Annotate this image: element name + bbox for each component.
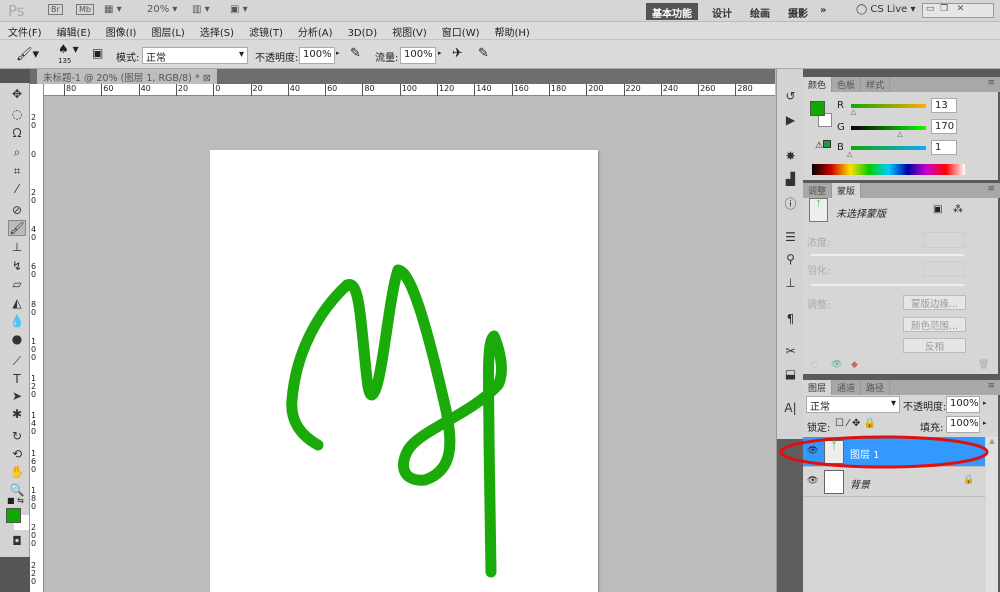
visibility-eye-icon[interactable]: 👁 bbox=[807, 476, 818, 486]
g-input[interactable]: 170 bbox=[931, 119, 957, 134]
tab-color[interactable]: 颜色 bbox=[803, 77, 833, 92]
lock-icon: 🔒 bbox=[963, 475, 975, 485]
density-slider[interactable] bbox=[811, 254, 964, 256]
mask-edge-button[interactable]: 蒙版边缘... bbox=[903, 295, 966, 310]
b-slider[interactable] bbox=[851, 146, 926, 150]
layer-opacity-label: 不透明度: bbox=[903, 402, 947, 413]
brush-presets-panel-icon[interactable]: ☰ bbox=[782, 230, 799, 247]
tab-layers[interactable]: 图层 bbox=[803, 380, 833, 395]
load-selection-icon[interactable]: ◌ bbox=[811, 360, 819, 370]
layer-opacity-slider-button[interactable]: ▸ bbox=[983, 399, 987, 407]
layer-thumbnail bbox=[824, 470, 844, 494]
layer-name[interactable]: 背景 bbox=[850, 476, 870, 491]
stroke-path bbox=[286, 264, 507, 578]
fill-input[interactable]: 100% bbox=[946, 416, 980, 433]
lock-label: 锁定: bbox=[807, 423, 831, 434]
actions-panel-icon[interactable]: ▶ bbox=[782, 113, 799, 130]
fill-label: 填充: bbox=[920, 423, 944, 434]
color-ramp[interactable] bbox=[812, 164, 965, 175]
brush-panel-icon[interactable]: ⚲ bbox=[782, 252, 799, 269]
density-label: 浓度: bbox=[807, 238, 831, 249]
info-panel-icon[interactable]: ⓘ bbox=[782, 195, 799, 212]
blend-mode-dropdown[interactable]: 正常 ▾ bbox=[806, 396, 900, 413]
tool-presets-panel-icon[interactable]: ✂ bbox=[782, 344, 799, 361]
mask-thumbnail: ᛉ bbox=[809, 198, 828, 222]
density-input[interactable] bbox=[923, 232, 965, 248]
tab-masks[interactable]: 蒙版 bbox=[832, 183, 862, 198]
fill-slider-button[interactable]: ▸ bbox=[983, 419, 987, 427]
slider-thumb[interactable]: △ bbox=[847, 150, 852, 158]
layer-opacity-input[interactable]: 100% bbox=[946, 396, 980, 413]
tab-paths[interactable]: 路径 bbox=[861, 380, 891, 395]
b-input[interactable]: 1 bbox=[931, 140, 957, 155]
blend-mode-value: 正常 bbox=[810, 402, 830, 413]
3d-panel-icon[interactable]: ⬓ bbox=[782, 367, 799, 384]
slider-thumb[interactable]: △ bbox=[851, 108, 856, 116]
refine-label: 调整: bbox=[807, 300, 831, 311]
collapsed-panel-icons: ↺ ▶ ✸ ▟ ⓘ ☰ ⚲ ⊥ ¶ ✂ ⬓ A| bbox=[776, 69, 803, 592]
g-slider[interactable] bbox=[851, 126, 926, 130]
tab-channels[interactable]: 通道 bbox=[832, 380, 862, 395]
b-label: B bbox=[837, 142, 844, 153]
layer-row[interactable]: 👁 ᛉ 图层 1 bbox=[803, 437, 985, 467]
color-panel-tabs: 颜色 色板 样式 ≡ bbox=[803, 77, 1000, 92]
color-range-button[interactable]: 颜色范围... bbox=[903, 317, 966, 332]
panel-dock: 颜色 色板 样式 ≡ R 13 G 170 ⚠ B 1 △ △ △ 调整 蒙版 ≡ ᛉ 未… bbox=[803, 69, 1000, 592]
tab-styles[interactable]: 样式 bbox=[861, 77, 891, 92]
g-label: G bbox=[837, 122, 845, 133]
masks-panel-tabs: 调整 蒙版 ≡ bbox=[803, 183, 1000, 198]
panel-menu-icon[interactable]: ≡ bbox=[982, 380, 1000, 395]
histogram-panel-icon[interactable]: ▟ bbox=[782, 172, 799, 189]
feather-slider[interactable] bbox=[811, 284, 964, 286]
icon-column-bottom bbox=[777, 439, 803, 592]
layers-scrollbar[interactable]: ▲ bbox=[986, 437, 998, 592]
panel-menu-icon[interactable]: ≡ bbox=[982, 183, 1000, 198]
masks-panel: ᛉ 未选择蒙版 ▣ ⁂ 浓度: 羽化: 调整: 蒙版边缘... 颜色范围... … bbox=[803, 198, 998, 374]
history-panel-icon[interactable]: ↺ bbox=[782, 89, 799, 106]
apply-mask-icon[interactable]: ◆ bbox=[851, 360, 858, 370]
panel-menu-icon[interactable]: ≡ bbox=[982, 77, 1000, 92]
tab-swatches[interactable]: 色板 bbox=[832, 77, 862, 92]
navigator-panel-icon[interactable]: ✸ bbox=[782, 149, 799, 166]
view-mask-icon[interactable]: 👁 bbox=[831, 360, 842, 370]
add-vector-mask-icon[interactable]: ⁂ bbox=[953, 204, 963, 215]
mask-status: 未选择蒙版 bbox=[836, 209, 886, 220]
r-label: R bbox=[837, 100, 844, 111]
slider-thumb[interactable]: △ bbox=[897, 130, 902, 138]
delete-mask-icon[interactable]: 🗑 bbox=[978, 360, 989, 370]
character-panel-icon[interactable]: A| bbox=[782, 401, 799, 418]
layers-panel: 正常 ▾ 不透明度: 100% ▸ 锁定: ☐ ⁄ ✥ 🔒 填充: 100% ▸ … bbox=[803, 395, 998, 592]
tab-adjustments[interactable]: 调整 bbox=[803, 183, 833, 198]
paragraph-panel-icon[interactable]: ¶ bbox=[782, 312, 799, 329]
clone-source-panel-icon[interactable]: ⊥ bbox=[782, 276, 799, 293]
add-pixel-mask-icon[interactable]: ▣ bbox=[933, 204, 942, 215]
layer-row[interactable]: 👁 背景 🔒 bbox=[803, 467, 985, 497]
color-panel: R 13 G 170 ⚠ B 1 △ △ △ bbox=[803, 92, 998, 180]
visibility-eye-icon[interactable]: 👁 bbox=[807, 446, 818, 456]
feather-input[interactable] bbox=[923, 261, 965, 277]
invert-button[interactable]: 反相 bbox=[903, 338, 966, 353]
layer-thumbnail: ᛉ bbox=[824, 440, 844, 464]
layers-panel-tabs: 图层 通道 路径 ≡ bbox=[803, 380, 1000, 395]
r-input[interactable]: 13 bbox=[931, 98, 957, 113]
foreground-swatch[interactable] bbox=[810, 101, 825, 116]
layer-name[interactable]: 图层 1 bbox=[850, 446, 880, 461]
lock-icons[interactable]: ☐ ⁄ ✥ 🔒 bbox=[835, 418, 876, 429]
feather-label: 羽化: bbox=[807, 266, 831, 277]
gamut-warning-icon[interactable]: ⚠ bbox=[815, 140, 832, 151]
r-slider[interactable] bbox=[851, 104, 926, 108]
